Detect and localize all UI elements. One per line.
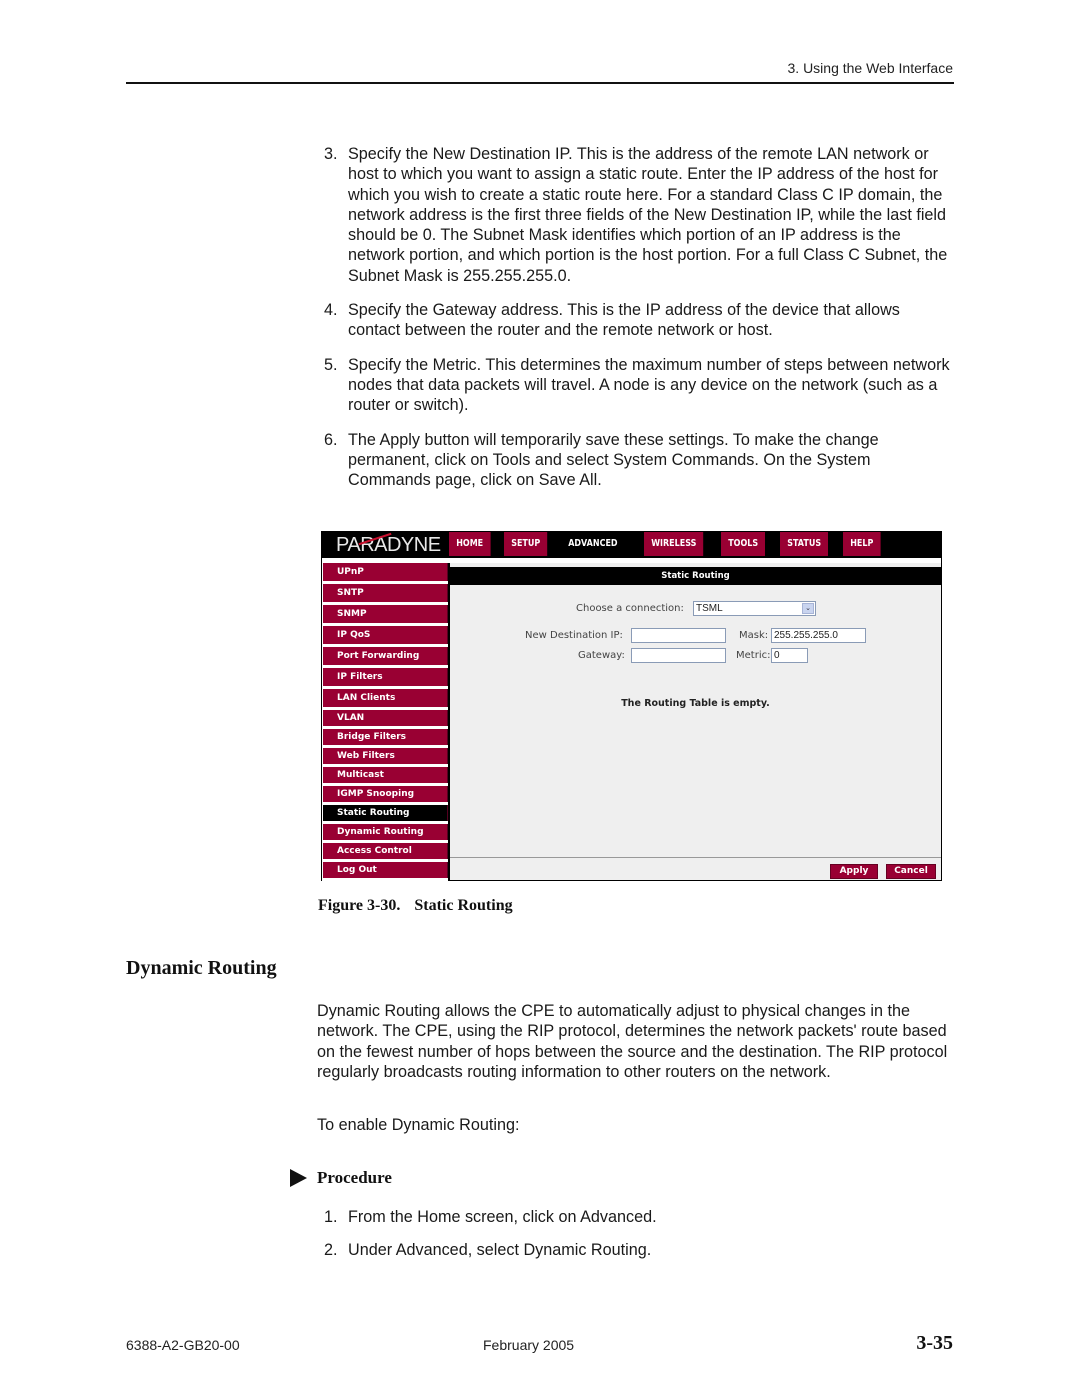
tab-tools[interactable]: TOOLS — [721, 532, 766, 556]
procedure-heading: Procedure — [290, 1168, 392, 1188]
step-text: Specify the Gateway address. This is the… — [348, 301, 900, 340]
figure-number: Figure 3-30. — [318, 897, 401, 914]
procedure-label: Procedure — [317, 1168, 392, 1187]
sidebar-item-access-control[interactable]: Access Control — [323, 843, 448, 859]
sidebar-item-bridge-filters[interactable]: Bridge Filters — [323, 729, 448, 745]
paradyne-logo: PARADYNE — [336, 532, 441, 556]
step-item: 3. Specify the New Destination IP. This i… — [324, 144, 956, 286]
sidebar-item-dynamic-routing[interactable]: Dynamic Routing — [323, 824, 448, 840]
cancel-button[interactable]: Cancel — [886, 864, 936, 879]
sidebar-item-web-filters[interactable]: Web Filters — [323, 748, 448, 764]
section-paragraph: Dynamic Routing allows the CPE to automa… — [317, 1002, 948, 1081]
tab-home[interactable]: HOME — [449, 532, 491, 556]
step-number: 2. — [324, 1241, 338, 1259]
main-panel: Static Routing Choose a connection: TSML… — [450, 563, 941, 880]
procedure-step: 2. Under Advanced, select Dynamic Routing… — [324, 1241, 657, 1260]
step-number: 4. — [324, 301, 338, 320]
step-number: 6. — [324, 430, 338, 449]
step-number: 3. — [324, 145, 338, 163]
figure-caption: Figure 3-30. Static Routing — [318, 897, 513, 915]
dest-ip-input[interactable] — [631, 628, 726, 643]
dest-ip-label: New Destination IP: — [525, 630, 623, 641]
sidebar-item-upnp[interactable]: UPnP — [323, 563, 448, 581]
gateway-input[interactable] — [631, 648, 726, 663]
connection-label: Choose a connection: — [576, 603, 684, 614]
connection-select[interactable]: TSML ⌄ — [693, 601, 816, 616]
page-number: 3-35 — [916, 1332, 953, 1354]
mask-label: Mask: — [739, 630, 769, 641]
enable-intro: To enable Dynamic Routing: — [317, 1116, 520, 1134]
panel-divider — [450, 857, 941, 858]
sidebar-item-static-routing[interactable]: Static Routing — [323, 805, 448, 821]
step-item: 4. Specify the Gateway address. This is t… — [324, 300, 956, 341]
section-heading: Dynamic Routing — [126, 957, 277, 979]
tab-advanced[interactable]: ADVANCED — [560, 532, 625, 556]
triangle-right-icon — [290, 1169, 307, 1187]
procedure-step: 1. From the Home screen, click on Advance… — [324, 1208, 657, 1227]
connection-value: TSML — [696, 603, 723, 614]
figure-title: Static Routing — [414, 897, 513, 914]
running-head: 3. Using the Web Interface — [787, 60, 954, 76]
header-rule — [126, 82, 954, 84]
sidebar: UPnP SNTP SNMP IP QoS Port Forwarding IP… — [322, 563, 448, 881]
tab-setup[interactable]: SETUP — [503, 532, 548, 556]
step-text: Specify the Metric. This determines the … — [348, 355, 950, 415]
metric-label: Metric: — [736, 650, 771, 661]
step-item: 6. The Apply button will temporarily save… — [324, 430, 956, 491]
sidebar-item-multicast[interactable]: Multicast — [323, 767, 448, 783]
sidebar-item-vlan[interactable]: VLAN — [323, 710, 448, 726]
routing-table-empty-message: The Routing Table is empty. — [621, 698, 770, 709]
sidebar-item-lan-clients[interactable]: LAN Clients — [323, 689, 448, 707]
doc-date: February 2005 — [483, 1337, 575, 1353]
procedure-steps: 1. From the Home screen, click on Advance… — [324, 1208, 657, 1274]
steps-list: 3. Specify the New Destination IP. This i… — [324, 144, 956, 504]
tab-status[interactable]: STATUS — [779, 532, 828, 556]
sidebar-item-igmp-snooping[interactable]: IGMP Snooping — [323, 786, 448, 802]
step-text: Specify the New Destination IP. This is … — [348, 145, 948, 285]
apply-button[interactable]: Apply — [830, 864, 878, 879]
sidebar-item-ip-filters[interactable]: IP Filters — [323, 668, 448, 686]
static-routing-screenshot: PARADYNE HOME SETUP ADVANCED WIRELESS TO… — [321, 531, 942, 881]
step-number: 5. — [324, 355, 338, 374]
metric-input[interactable]: 0 — [771, 648, 808, 663]
step-text: The Apply button will temporarily save t… — [348, 430, 879, 490]
step-text: Under Advanced, select Dynamic Routing. — [348, 1241, 652, 1259]
sidebar-item-sntp[interactable]: SNTP — [323, 584, 448, 602]
tab-wireless[interactable]: WIRELESS — [643, 532, 704, 556]
sidebar-item-port-forwarding[interactable]: Port Forwarding — [323, 647, 448, 665]
step-number: 1. — [324, 1208, 338, 1226]
tab-help[interactable]: HELP — [842, 532, 881, 556]
step-text: From the Home screen, click on Advanced. — [348, 1208, 657, 1226]
doc-number: 6388-A2-GB20-00 — [126, 1337, 240, 1353]
sidebar-item-log-out[interactable]: Log Out — [323, 862, 448, 878]
chevron-down-icon[interactable]: ⌄ — [802, 603, 814, 614]
panel-title: Static Routing — [450, 567, 941, 585]
mask-input[interactable]: 255.255.255.0 — [771, 628, 866, 643]
main-nav: HOME SETUP ADVANCED WIRELESS TOOLS STATU… — [449, 532, 893, 556]
step-item: 5. Specify the Metric. This determines th… — [324, 355, 956, 416]
top-bar: PARADYNE HOME SETUP ADVANCED WIRELESS TO… — [322, 532, 941, 558]
sidebar-item-ip-qos[interactable]: IP QoS — [323, 626, 448, 644]
sidebar-item-snmp[interactable]: SNMP — [323, 605, 448, 623]
gateway-label: Gateway: — [578, 650, 625, 661]
